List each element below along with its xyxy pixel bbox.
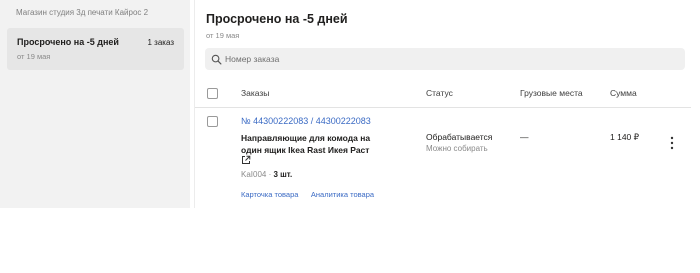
product-analytics-link[interactable]: Аналитика товара	[311, 190, 374, 199]
order-substatus: Можно собирать	[426, 144, 488, 153]
product-quantity: 3 шт.	[273, 170, 293, 179]
select-all-checkbox[interactable]	[207, 88, 218, 99]
cargo-places: —	[520, 132, 529, 142]
column-sum: Сумма	[610, 88, 637, 98]
search-input[interactable]	[225, 54, 665, 64]
order-number-link[interactable]: № 44300222083 / 44300222083	[241, 116, 371, 126]
page: Магазин студия 3д печати Кайрос 2 Просро…	[0, 0, 700, 273]
search-bar[interactable]	[205, 48, 685, 70]
sidebar-item-count: 1 заказ	[147, 38, 175, 47]
sidebar-item-overdue[interactable]: Просрочено на -5 дней от 19 мая 1 заказ	[7, 28, 184, 70]
order-sum: 1 140 ₽	[610, 132, 640, 142]
column-orders: Заказы	[241, 88, 270, 98]
store-name: Магазин студия 3д печати Кайрос 2	[16, 8, 149, 17]
product-card-link[interactable]: Карточка товара	[241, 190, 298, 199]
sku-code: KaI004	[241, 170, 267, 179]
order-status: Обрабатывается	[426, 132, 493, 142]
more-vertical-icon[interactable]	[669, 136, 675, 150]
table-header: Заказы Статус Грузовые места Сумма	[195, 78, 691, 108]
product-links: Карточка товара Аналитика товара	[241, 184, 382, 202]
product-sku: KaI004 · 3 шт.	[241, 170, 292, 179]
sidebar-item-title: Просрочено на -5 дней	[17, 37, 119, 47]
search-icon	[211, 54, 222, 64]
row-checkbox[interactable]	[207, 116, 218, 127]
table-row: № 44300222083 / 44300222083 Направляющие…	[195, 108, 691, 208]
column-cargo: Грузовые места	[520, 88, 583, 98]
main-panel: Просрочено на -5 дней от 19 мая Заказы С…	[194, 0, 691, 208]
product-name: Направляющие для комода на один ящик Ike…	[241, 133, 371, 155]
sidebar: Магазин студия 3д печати Кайрос 2 Просро…	[0, 0, 190, 208]
page-date: от 19 мая	[206, 31, 240, 40]
column-status: Статус	[426, 88, 453, 98]
sidebar-item-date: от 19 мая	[17, 52, 51, 61]
external-link-icon[interactable]	[241, 155, 251, 165]
page-title: Просрочено на -5 дней	[206, 12, 348, 26]
